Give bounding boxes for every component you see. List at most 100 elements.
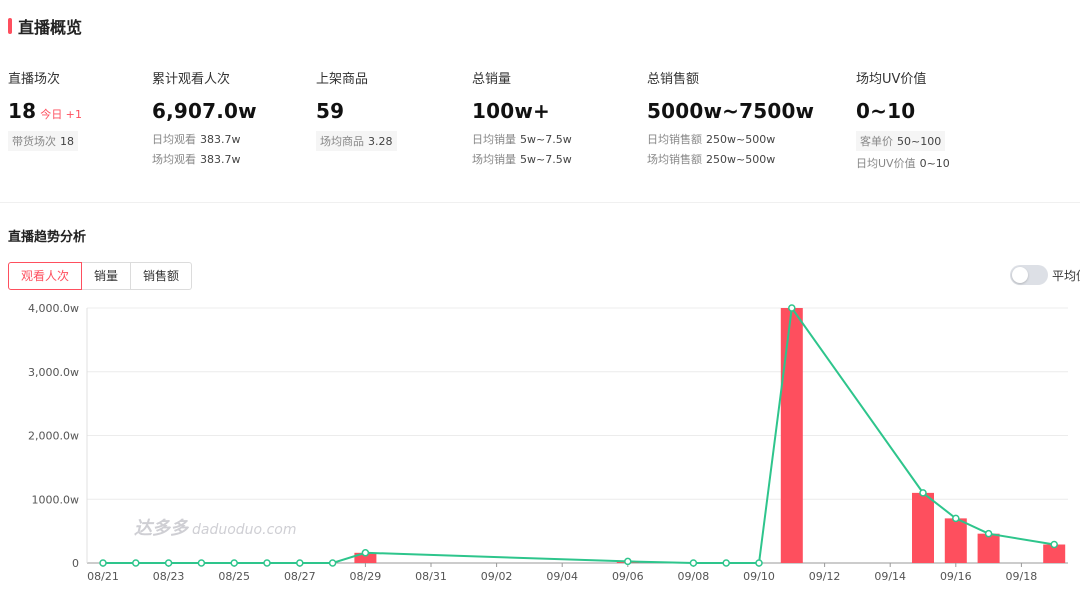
x-tick-label: 09/08 — [678, 570, 710, 583]
x-tick-label: 09/12 — [809, 570, 841, 583]
sub-label: 场均销量 — [472, 153, 516, 166]
line-point — [755, 559, 763, 567]
stat-value: 5000w~7500w — [647, 99, 815, 123]
trend-chart: 0 1000.0w 2,000.0w 3,000.0w 4,000.0w 08/21 08/… — [28, 302, 1068, 583]
trend-title: 直播趋势分析 — [8, 230, 87, 245]
x-tick-label: 08/25 — [218, 570, 250, 583]
bar — [780, 308, 803, 563]
sub-label: 日均观看 — [152, 133, 196, 146]
x-tick-label: 09/14 — [874, 570, 906, 583]
today-label: 今日 — [40, 108, 63, 121]
sessions-value: 18 — [8, 99, 37, 123]
stat-uv: 场均UV价值 0~10 客单价 50~100 日均UV价值 0~10 — [856, 68, 950, 171]
x-tick-label: 08/29 — [350, 570, 382, 583]
stat-label: 场均UV价值 — [856, 72, 927, 87]
line-point — [197, 559, 206, 567]
stat-value: 100w+ — [472, 99, 550, 123]
line-point — [164, 559, 173, 567]
x-tick-label: 08/31 — [415, 570, 447, 583]
sub-value: 5w~7.5w — [520, 153, 572, 166]
y-tick-label: 1000.0w — [32, 493, 80, 506]
line-point — [296, 559, 304, 567]
line-point — [624, 557, 632, 566]
line-point — [361, 549, 370, 557]
tag-label: 客单价 — [860, 135, 893, 148]
section-header: 直播概览 — [8, 14, 82, 38]
sub-label: 日均UV价值 — [856, 157, 916, 170]
line-point — [132, 559, 140, 567]
x-tick-label: 08/27 — [284, 570, 316, 583]
stat-label: 上架商品 — [316, 72, 369, 87]
toggle-knob — [1012, 267, 1028, 283]
sub-label: 日均销售额 — [647, 133, 702, 146]
line-point — [689, 559, 698, 567]
x-tick-label: 09/18 — [1006, 570, 1038, 583]
sub-value: 250w~500w — [706, 133, 776, 146]
line-point — [952, 514, 960, 523]
y-tick-label: 4,000.0w — [28, 302, 79, 315]
stat-label: 直播场次 — [8, 72, 61, 87]
sub-value: 383.7w — [200, 153, 241, 166]
line-point — [788, 304, 796, 312]
tag-value: 18 — [60, 135, 74, 148]
x-tick-label: 09/10 — [743, 570, 775, 583]
tab-sales[interactable]: 销量 — [81, 262, 132, 290]
x-tick-label: 08/23 — [153, 570, 185, 583]
stat-viewers: 累计观看人次 6,907.0w 日均观看 383.7w 场均观看 383.7w — [152, 68, 257, 167]
line-point — [230, 559, 238, 567]
line-point — [99, 559, 107, 567]
stat-label: 总销量 — [472, 72, 512, 87]
stat-value: 6,907.0w — [152, 99, 257, 123]
average-toggle[interactable] — [1010, 265, 1048, 285]
watermark-site: daduoduo.com — [192, 522, 297, 538]
line-point — [328, 559, 337, 567]
tag-value: 3.28 — [368, 135, 393, 148]
sub-label: 场均销售额 — [647, 153, 702, 166]
bar — [912, 492, 934, 563]
stat-label: 累计观看人次 — [152, 72, 231, 87]
header-accent-bar — [8, 18, 12, 34]
average-toggle-label: 平均值 — [1052, 269, 1080, 283]
stat-label: 总销售额 — [647, 72, 700, 87]
watermark-brand: 达多多 — [134, 518, 188, 539]
stat-products: 上架商品 59 场均商品 3.28 — [316, 68, 397, 151]
bar — [944, 518, 967, 563]
stat-value: 0~10 — [856, 99, 916, 123]
line-point — [919, 489, 927, 497]
stat-sessions: 直播场次 18 今日 +1 带货场次 18 — [8, 68, 82, 151]
tab-revenue[interactable]: 销售额 — [130, 262, 193, 290]
stat-revenue: 总销售额 5000w~7500w 日均销售额 250w~500w 场均销售额 250… — [647, 68, 814, 167]
x-tick-label: 09/06 — [612, 570, 644, 583]
stat-value: 59 — [316, 99, 345, 123]
stat-value: 18 今日 +1 — [8, 99, 82, 123]
sub-value: 383.7w — [200, 133, 241, 146]
stat-tag: 带货场次 18 — [8, 131, 82, 151]
tab-viewers[interactable]: 观看人次 — [8, 262, 83, 290]
x-tick-label: 08/21 — [87, 570, 119, 583]
sub-label: 日均销量 — [472, 133, 516, 146]
sub-label: 场均观看 — [152, 153, 196, 166]
metric-tabs: 观看人次 销量 销售额 — [8, 262, 193, 290]
bar — [977, 533, 1000, 563]
line-point — [263, 559, 271, 567]
stats-row: 直播场次 18 今日 +1 带货场次 18 累计观看人次 6,907.0w 日均观看 3… — [0, 68, 1080, 188]
y-tick-label: 3,000.0w — [28, 366, 79, 379]
watermark: 达多多 daduoduo.com — [134, 514, 296, 540]
x-tick-label: 09/16 — [940, 570, 972, 583]
line-point — [722, 559, 730, 567]
line-point — [984, 529, 993, 538]
sub-value: 250w~500w — [706, 153, 776, 166]
x-tick-label: 09/04 — [546, 570, 578, 583]
page-title: 直播概览 — [18, 18, 83, 37]
tag-value: 50~100 — [897, 135, 942, 148]
y-tick-label: 0 — [72, 557, 79, 570]
y-tick-label: 2,000.0w — [28, 430, 79, 443]
tag-label: 场均商品 — [320, 135, 364, 148]
x-tick-label: 09/02 — [481, 570, 513, 583]
today-value: +1 — [65, 108, 83, 121]
line-point — [1050, 540, 1058, 549]
stat-sales: 总销量 100w+ 日均销量 5w~7.5w 场均销量 5w~7.5w — [472, 68, 572, 167]
divider — [0, 202, 1080, 203]
sub-value: 5w~7.5w — [520, 133, 572, 146]
sub-value: 0~10 — [919, 157, 950, 170]
